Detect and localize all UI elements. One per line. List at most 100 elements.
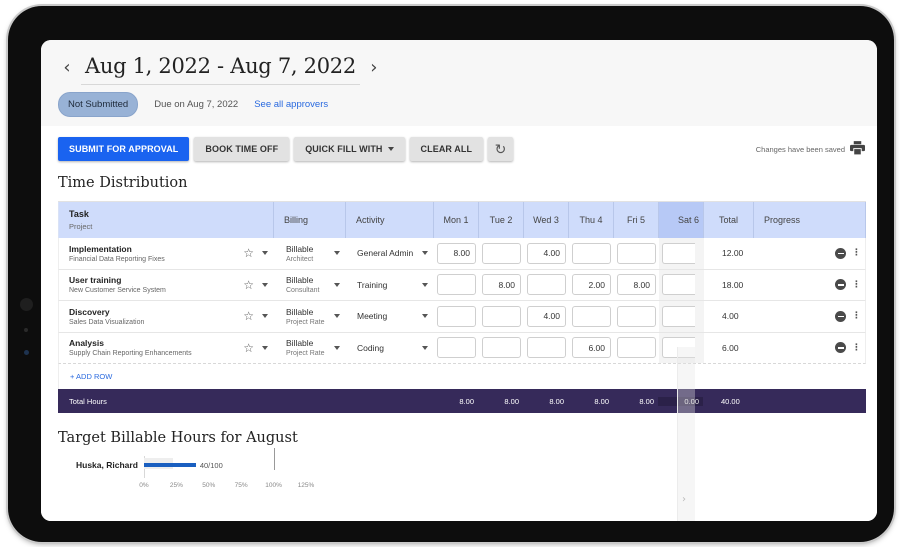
- book-time-off-button[interactable]: BOOK TIME OFF: [194, 137, 290, 161]
- remove-row-icon[interactable]: [835, 279, 846, 291]
- quick-fill-button[interactable]: QUICK FILL WITH: [294, 137, 405, 161]
- horizontal-scroll-region[interactable]: [677, 347, 695, 521]
- billing-rate: Architect: [286, 255, 314, 263]
- billing-select[interactable]: Billable Project Rate: [274, 301, 346, 332]
- hours-input[interactable]: [482, 305, 521, 327]
- day-cell: [614, 270, 659, 301]
- chevron-left-icon[interactable]: ‹: [59, 57, 75, 78]
- hours-input[interactable]: [617, 242, 656, 264]
- day-cell: [524, 270, 569, 301]
- billing-select[interactable]: Billable Project Rate: [274, 333, 346, 364]
- activity-select[interactable]: Meeting: [346, 301, 434, 332]
- hours-input[interactable]: [662, 242, 695, 264]
- star-icon[interactable]: ☆: [243, 309, 254, 323]
- hours-input[interactable]: [527, 274, 566, 296]
- hours-input[interactable]: [482, 274, 521, 296]
- header-billing[interactable]: Billing: [274, 202, 346, 238]
- day-cell: [479, 238, 524, 269]
- row-total: 6.00: [722, 342, 739, 353]
- axis-tick-label: 25%: [169, 482, 183, 489]
- task-cell: User training New Customer Service Syste…: [59, 270, 274, 301]
- billing-rate: Consultant: [286, 287, 320, 295]
- hours-input[interactable]: [437, 305, 476, 327]
- timesheet-content: SUBMIT FOR APPROVAL BOOK TIME OFF QUICK …: [41, 126, 877, 521]
- hours-input[interactable]: [572, 305, 611, 327]
- billing-type: Billable: [286, 275, 314, 286]
- print-icon[interactable]: [850, 141, 865, 155]
- day-cell: [479, 270, 524, 301]
- hours-input[interactable]: [527, 337, 566, 359]
- header-activity[interactable]: Activity: [346, 202, 434, 238]
- activity-select[interactable]: Coding: [346, 333, 434, 364]
- header-progress: Progress: [754, 202, 866, 238]
- remove-row-icon[interactable]: [835, 310, 846, 322]
- activity-select[interactable]: General Admin: [346, 238, 434, 269]
- star-icon[interactable]: ☆: [243, 278, 254, 292]
- refresh-button[interactable]: ↻: [488, 137, 514, 161]
- row-total: 4.00: [722, 311, 739, 322]
- star-icon[interactable]: ☆: [243, 246, 254, 260]
- day-cell: [434, 333, 479, 364]
- hours-input[interactable]: [617, 305, 656, 327]
- hours-input[interactable]: [437, 337, 476, 359]
- activity-select[interactable]: Training: [346, 270, 434, 301]
- day-total: 8.00: [594, 396, 609, 406]
- grand-total: 40.00: [721, 396, 740, 406]
- hours-input[interactable]: [572, 274, 611, 296]
- axis-tick-label: 125%: [297, 482, 315, 489]
- remove-row-icon[interactable]: [835, 342, 846, 354]
- caret-down-icon: [334, 282, 340, 287]
- date-range-picker[interactable]: Aug 1, 2022 - Aug 7, 2022: [81, 50, 360, 85]
- caret-down-icon: [334, 251, 340, 256]
- activity-value: Meeting: [357, 311, 388, 322]
- caret-down-icon: [422, 282, 428, 287]
- add-row-button[interactable]: + ADD ROW: [58, 364, 866, 389]
- hours-input[interactable]: [437, 242, 476, 264]
- star-icon[interactable]: ☆: [243, 341, 254, 355]
- hours-input[interactable]: [662, 305, 695, 327]
- caret-down-icon[interactable]: [262, 345, 268, 350]
- day-cell: [569, 301, 614, 332]
- hours-input[interactable]: [617, 337, 656, 359]
- chevron-right-icon[interactable]: ›: [682, 494, 686, 505]
- task-cell: Discovery Sales Data Visualization ☆: [59, 301, 274, 332]
- hours-input[interactable]: [482, 337, 521, 359]
- clear-all-button[interactable]: CLEAR ALL: [409, 137, 484, 161]
- remove-row-icon[interactable]: [835, 247, 846, 259]
- caret-down-icon[interactable]: [262, 251, 268, 256]
- header-task[interactable]: Task Project: [59, 202, 274, 238]
- hours-input[interactable]: [617, 274, 656, 296]
- more-options-icon[interactable]: ⋮: [852, 311, 861, 321]
- task-cell: Implementation Financial Data Reporting …: [59, 238, 274, 269]
- chevron-right-icon[interactable]: ›: [366, 57, 382, 78]
- more-options-icon[interactable]: ⋮: [852, 248, 861, 258]
- caret-down-icon: [422, 251, 428, 256]
- hours-input[interactable]: [482, 242, 521, 264]
- hours-input[interactable]: [572, 242, 611, 264]
- billing-select[interactable]: Billable Architect: [274, 238, 346, 269]
- caret-down-icon[interactable]: [262, 314, 268, 319]
- day-cell: [434, 301, 479, 332]
- table-body: Implementation Financial Data Reporting …: [58, 238, 866, 364]
- status-row: Not Submitted Due on Aug 7, 2022 See all…: [58, 92, 328, 117]
- hours-input[interactable]: [662, 274, 695, 296]
- billing-rate: Project Rate: [286, 318, 325, 326]
- header-day: Thu 4: [569, 202, 614, 238]
- progress-bar: [144, 463, 196, 467]
- billing-select[interactable]: Billable Consultant: [274, 270, 346, 301]
- table-row: Discovery Sales Data Visualization ☆ Bil…: [58, 301, 866, 333]
- hours-input[interactable]: [572, 337, 611, 359]
- caret-down-icon: [334, 345, 340, 350]
- caret-down-icon[interactable]: [262, 282, 268, 287]
- axis-tick-label: 0%: [139, 482, 149, 489]
- hours-input[interactable]: [527, 305, 566, 327]
- project-name: Financial Data Reporting Fixes: [69, 255, 165, 263]
- more-options-icon[interactable]: ⋮: [852, 343, 861, 353]
- more-options-icon[interactable]: ⋮: [852, 280, 861, 290]
- submit-for-approval-button[interactable]: SUBMIT FOR APPROVAL: [58, 137, 190, 161]
- hours-input[interactable]: [437, 274, 476, 296]
- see-all-approvers-link[interactable]: See all approvers: [254, 99, 328, 110]
- header-day: Sat 6: [659, 202, 704, 238]
- hours-input[interactable]: [527, 242, 566, 264]
- camera-icon: [20, 298, 33, 311]
